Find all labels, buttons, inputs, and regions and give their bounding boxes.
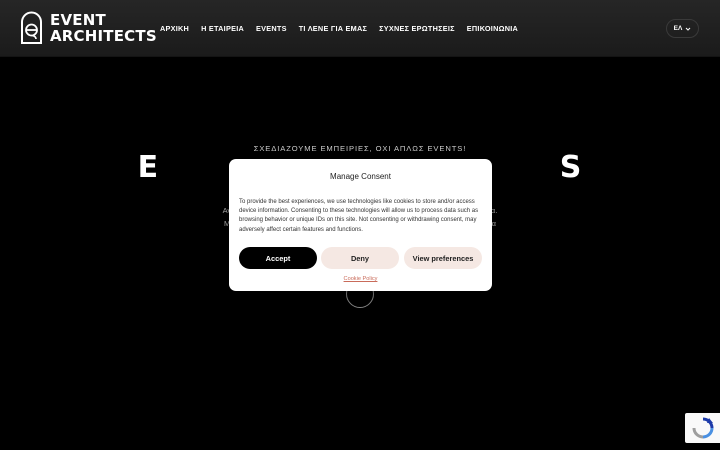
main-nav: ΑΡΧΙΚΗ Η ΕΤΑΙΡΕΙΑ EVENTS ΤΙ ΛΕΝΕ ΓΙΑ ΕΜΑ… [160, 21, 518, 37]
nav-item-contact[interactable]: ΕΠΙΚΟΙΝΩΝΙΑ [467, 21, 518, 37]
cookie-consent-dialog: Manage Consent To provide the best exper… [229, 159, 492, 291]
nav-item-events[interactable]: EVENTS [256, 21, 287, 37]
logo-mark-icon [21, 11, 42, 44]
logo-text-line1: EVENT [50, 11, 106, 29]
consent-body-text: To provide the best experiences, we use … [239, 199, 479, 233]
consent-title: Manage Consent [330, 172, 391, 181]
site-logo[interactable]: EVENT ARCHITECTS [20, 11, 157, 45]
cookie-policy-link[interactable]: Cookie Policy [229, 276, 492, 282]
logo-text-line2: ARCHITECTS [50, 27, 157, 45]
nav-item-home[interactable]: ΑΡΧΙΚΗ [160, 21, 189, 37]
site-header: EVENT ARCHITECTS ΑΡΧΙΚΗ Η ΕΤΑΙΡΕΙΑ EVENT… [0, 0, 720, 57]
nav-item-company[interactable]: Η ΕΤΑΙΡΕΙΑ [201, 21, 244, 37]
language-switcher[interactable]: ΕΛ [666, 19, 699, 38]
nav-item-faq[interactable]: ΣΥΧΝΕΣ ΕΡΩΤΗΣΕΙΣ [379, 21, 455, 37]
language-label: ΕΛ [673, 25, 683, 32]
view-preferences-button[interactable]: View preferences [404, 247, 482, 269]
deny-button[interactable]: Deny [321, 247, 399, 269]
chevron-down-icon [685, 27, 691, 31]
recaptcha-badge[interactable] [685, 413, 720, 443]
recaptcha-icon [692, 417, 713, 439]
accept-button[interactable]: Accept [239, 247, 317, 269]
nav-item-testimonials[interactable]: ΤΙ ΛΕΝΕ ΓΙΑ ΕΜΑΣ [299, 21, 367, 37]
